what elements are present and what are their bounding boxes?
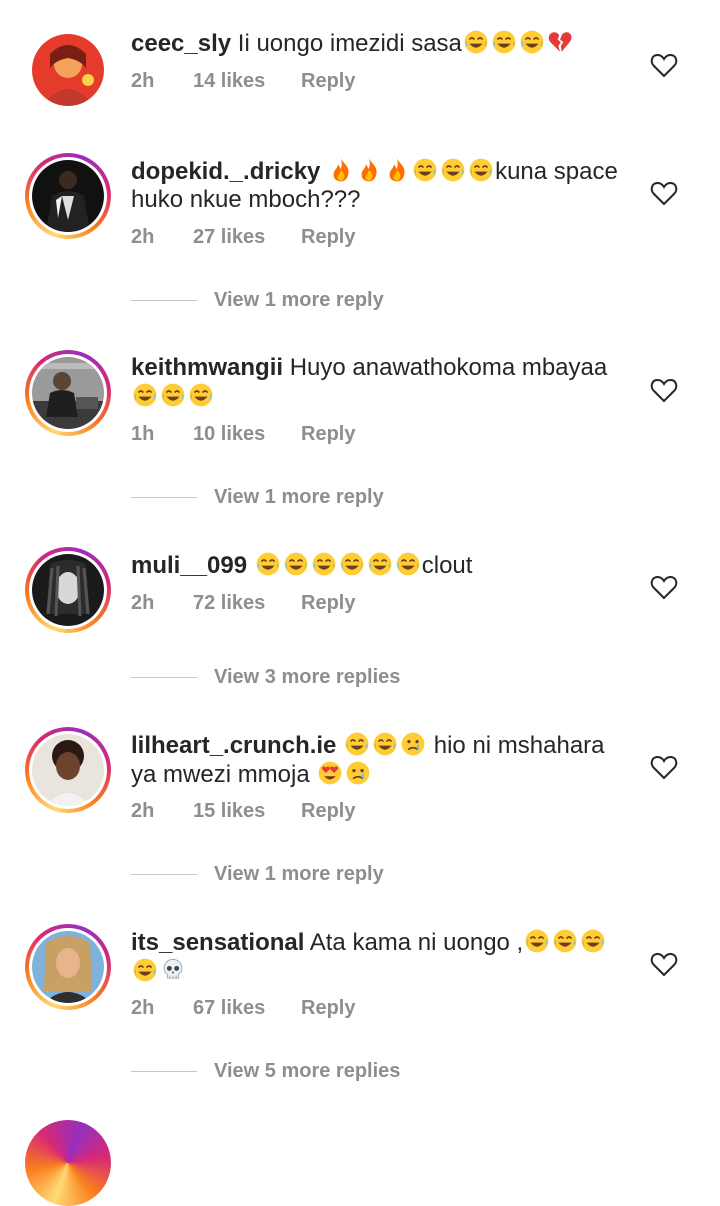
laugh-emoji-icon	[367, 551, 393, 577]
laugh-emoji-icon	[339, 551, 365, 577]
reply-button[interactable]: Reply	[301, 592, 355, 615]
laugh-emoji-icon	[132, 957, 158, 983]
comment-body: clout	[421, 552, 473, 579]
heart-outline-icon[interactable]	[650, 754, 678, 780]
laugh-emoji-icon	[412, 157, 438, 183]
view-replies-button[interactable]: View 5 more replies	[131, 1060, 400, 1083]
laugh-emoji-icon	[524, 928, 550, 954]
skull-emoji-icon	[160, 957, 186, 983]
divider	[131, 300, 197, 301]
comment-text: muli__099 clout	[131, 551, 631, 580]
laugh-emoji-icon	[552, 928, 578, 954]
fire-emoji-icon	[356, 157, 382, 183]
avatar[interactable]	[25, 547, 111, 633]
comment-meta: 1h 10 likes Reply	[131, 423, 355, 446]
laugh-emoji-icon	[372, 731, 398, 757]
likes-count[interactable]: 10 likes	[193, 423, 301, 446]
divider	[131, 874, 197, 875]
likes-count[interactable]: 72 likes	[193, 592, 301, 615]
view-replies-label[interactable]: View 3 more replies	[214, 666, 400, 689]
laugh-emoji-icon	[311, 551, 337, 577]
comment-body: Ii uongo imezidi sasa	[237, 30, 462, 57]
reply-button[interactable]: Reply	[301, 800, 355, 823]
timestamp: 2h	[131, 226, 155, 248]
timestamp: 2h	[131, 800, 155, 822]
cry-emoji-icon	[400, 731, 426, 757]
laugh-emoji-icon	[440, 157, 466, 183]
heart-outline-icon[interactable]	[650, 951, 678, 977]
view-replies-button[interactable]: View 1 more reply	[131, 289, 384, 312]
username[interactable]: its_sensational	[131, 929, 304, 956]
timestamp: 2h	[131, 997, 155, 1019]
timestamp: 2h	[131, 70, 155, 92]
username[interactable]: lilheart_.crunch.ie	[131, 732, 336, 759]
avatar[interactable]	[25, 27, 111, 113]
heart-eyes-emoji-icon	[317, 760, 343, 786]
comment-text: lilheart_.crunch.ie hio ni mshahara ya m…	[131, 731, 631, 789]
laugh-emoji-icon	[188, 382, 214, 408]
comment-text: its_sensational Ata kama ni uongo ,	[131, 928, 631, 986]
timestamp: 2h	[131, 592, 155, 614]
comment-meta: 2h 14 likes Reply	[131, 70, 355, 93]
comment-text: keithmwangii Huyo anawathokoma mbayaa	[131, 354, 631, 411]
view-replies-label[interactable]: View 1 more reply	[214, 289, 384, 312]
divider	[131, 677, 197, 678]
reply-button[interactable]: Reply	[301, 423, 355, 446]
reply-button[interactable]: Reply	[301, 226, 355, 249]
heart-outline-icon[interactable]	[650, 377, 678, 403]
avatar[interactable]	[25, 924, 111, 1010]
cry-emoji-icon	[345, 760, 371, 786]
heart-outline-icon[interactable]	[650, 180, 678, 206]
view-replies-label[interactable]: View 1 more reply	[214, 863, 384, 886]
fire-emoji-icon	[328, 157, 354, 183]
likes-count[interactable]: 15 likes	[193, 800, 301, 823]
laugh-emoji-icon	[463, 29, 489, 55]
reply-button[interactable]: Reply	[301, 997, 355, 1020]
comment-body: Ata kama ni uongo ,	[309, 929, 524, 956]
heart-outline-icon[interactable]	[650, 52, 678, 78]
broken-heart-emoji-icon	[547, 29, 573, 55]
laugh-emoji-icon	[283, 551, 309, 577]
comment-body: Huyo anawathokoma mbayaa	[289, 354, 608, 381]
avatar[interactable]	[25, 727, 111, 813]
username[interactable]: ceec_sly	[131, 30, 231, 57]
likes-count[interactable]: 27 likes	[193, 226, 301, 249]
view-replies-button[interactable]: View 1 more reply	[131, 863, 384, 886]
avatar[interactable]	[25, 1120, 111, 1206]
timestamp: 1h	[131, 423, 155, 445]
laugh-emoji-icon	[395, 551, 421, 577]
likes-count[interactable]: 14 likes	[193, 70, 301, 93]
laugh-emoji-icon	[580, 928, 606, 954]
likes-count[interactable]: 67 likes	[193, 997, 301, 1020]
username[interactable]: muli__099	[131, 552, 247, 579]
view-replies-button[interactable]: View 1 more reply	[131, 486, 384, 509]
comment-meta: 2h 72 likes Reply	[131, 592, 355, 615]
comment-text: ceec_sly Ii uongo imezidi sasa	[131, 29, 631, 58]
fire-emoji-icon	[384, 157, 410, 183]
comment-meta: 2h 67 likes Reply	[131, 997, 355, 1020]
reply-button[interactable]: Reply	[301, 70, 355, 93]
comment-meta: 2h 15 likes Reply	[131, 800, 355, 823]
laugh-emoji-icon	[491, 29, 517, 55]
comment-text: dopekid._.dricky kuna space huko nkue mb…	[131, 157, 631, 214]
divider	[131, 497, 197, 498]
heart-outline-icon[interactable]	[650, 574, 678, 600]
laugh-emoji-icon	[468, 157, 494, 183]
laugh-emoji-icon	[132, 382, 158, 408]
laugh-emoji-icon	[344, 731, 370, 757]
comment-meta: 2h 27 likes Reply	[131, 226, 355, 249]
view-replies-label[interactable]: View 1 more reply	[214, 486, 384, 509]
laugh-emoji-icon	[160, 382, 186, 408]
avatar[interactable]	[25, 153, 111, 239]
divider	[131, 1071, 197, 1072]
username[interactable]: dopekid._.dricky	[131, 158, 320, 185]
view-replies-label[interactable]: View 5 more replies	[214, 1060, 400, 1083]
username[interactable]: keithmwangii	[131, 354, 283, 381]
laugh-emoji-icon	[255, 551, 281, 577]
laugh-emoji-icon	[519, 29, 545, 55]
view-replies-button[interactable]: View 3 more replies	[131, 666, 400, 689]
avatar[interactable]	[25, 350, 111, 436]
